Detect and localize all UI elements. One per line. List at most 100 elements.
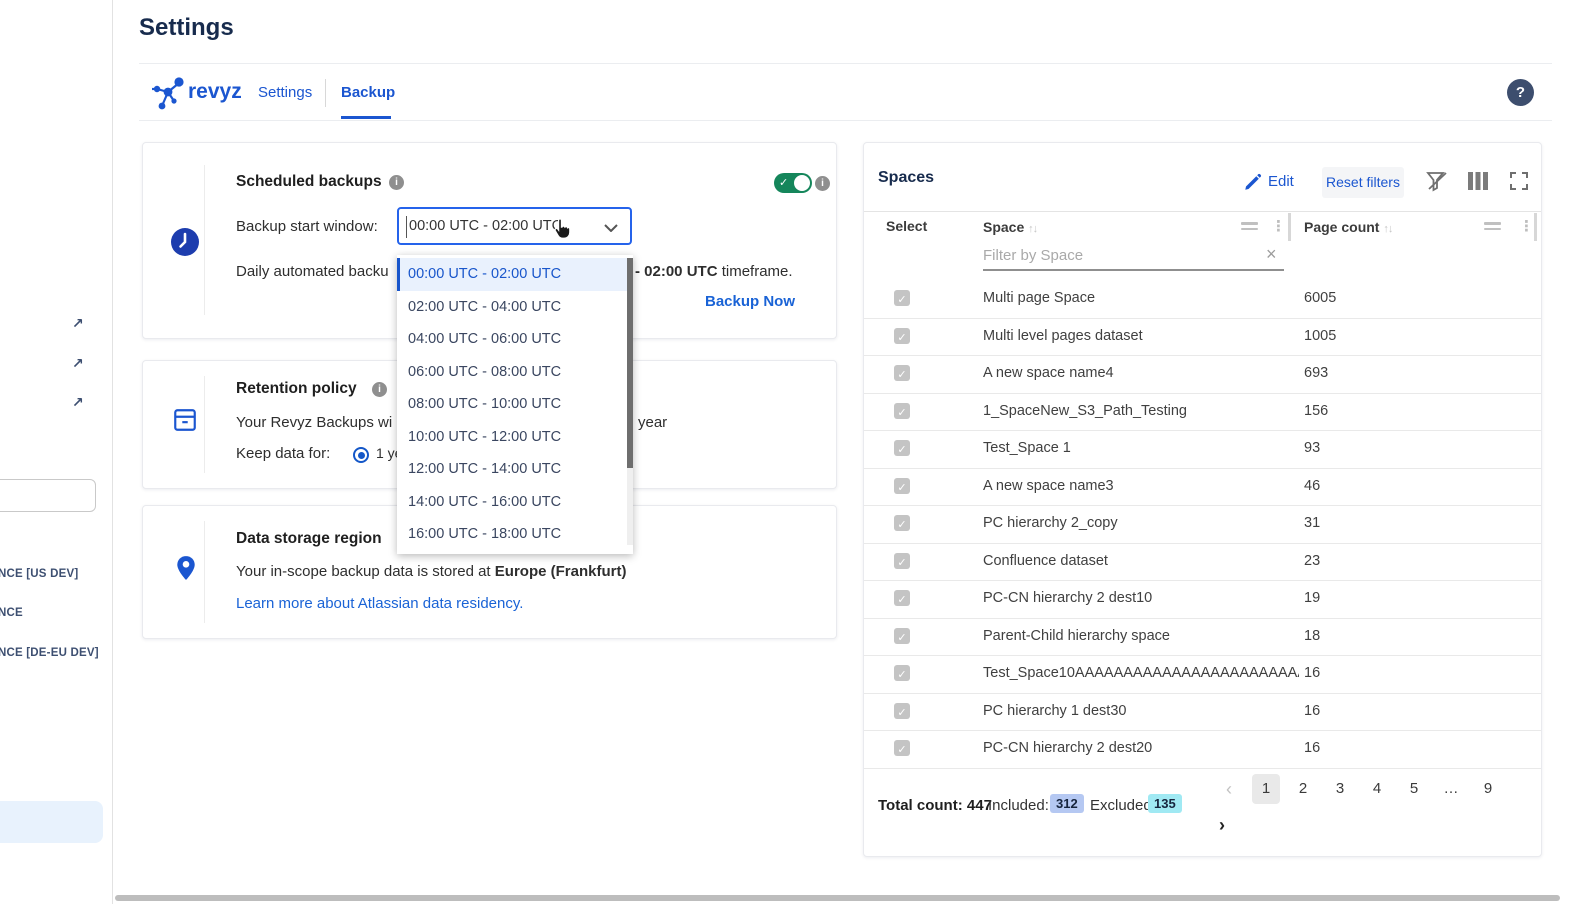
external-link-icon[interactable]: ↗ bbox=[72, 355, 84, 372]
page-button[interactable]: … bbox=[1437, 774, 1465, 804]
reset-filters-button[interactable]: Reset filters bbox=[1322, 167, 1404, 198]
page-button[interactable]: 9 bbox=[1474, 774, 1502, 804]
backup-now-link[interactable]: Backup Now bbox=[705, 293, 795, 310]
table-row: ✓Confluence dataset23 bbox=[864, 544, 1541, 582]
page-count-value: 46 bbox=[1304, 478, 1320, 494]
page-count-value: 23 bbox=[1304, 553, 1320, 569]
edit-button[interactable]: Edit bbox=[1268, 173, 1294, 190]
filter-input-underline bbox=[983, 269, 1284, 271]
external-link-icon[interactable]: ↗ bbox=[72, 315, 84, 332]
column-menu-icon[interactable]: ⋮ bbox=[1271, 217, 1286, 235]
divider bbox=[204, 165, 205, 315]
row-checkbox[interactable]: ✓ bbox=[894, 628, 910, 644]
dropdown-scrollbar-thumb[interactable] bbox=[627, 258, 633, 468]
external-link-icon[interactable]: ↗ bbox=[72, 394, 84, 411]
retention-text-left: Your Revyz Backups wi bbox=[236, 414, 392, 431]
sidebar-item-instance[interactable]: NCE [DE-EU DEV] bbox=[0, 647, 99, 659]
column-resize-icon[interactable] bbox=[1484, 219, 1501, 233]
tab-backup[interactable]: Backup bbox=[341, 84, 395, 101]
filter-by-space-input[interactable]: Filter by Space bbox=[983, 247, 1083, 264]
row-checkbox[interactable]: ✓ bbox=[894, 515, 910, 531]
row-checkbox[interactable]: ✓ bbox=[894, 403, 910, 419]
row-checkbox[interactable]: ✓ bbox=[894, 665, 910, 681]
retention-radio-selected[interactable] bbox=[353, 447, 369, 463]
prev-page-button[interactable]: ‹ bbox=[1215, 774, 1243, 804]
info-icon[interactable]: i bbox=[372, 382, 387, 397]
check-icon: ✓ bbox=[897, 482, 906, 494]
dropdown-option[interactable]: 08:00 UTC - 10:00 UTC bbox=[397, 388, 633, 421]
page-count-value: 31 bbox=[1304, 515, 1320, 531]
page-button[interactable]: 5 bbox=[1400, 774, 1428, 804]
table-row: ✓A new space name4693 bbox=[864, 356, 1541, 394]
space-name: PC hierarchy 2_copy bbox=[983, 515, 1118, 531]
fullscreen-icon[interactable] bbox=[1510, 172, 1528, 190]
row-checkbox[interactable]: ✓ bbox=[894, 740, 910, 756]
divider bbox=[204, 521, 205, 623]
row-checkbox[interactable]: ✓ bbox=[894, 703, 910, 719]
next-page-button[interactable]: › bbox=[1215, 810, 1247, 840]
divider bbox=[204, 376, 205, 473]
page-count-value: 93 bbox=[1304, 440, 1320, 456]
backup-window-select[interactable]: 00:00 UTC - 02:00 UTC bbox=[397, 207, 632, 245]
row-checkbox[interactable]: ✓ bbox=[894, 365, 910, 381]
sidebar-item-instance[interactable]: NCE bbox=[0, 607, 23, 619]
row-checkbox[interactable]: ✓ bbox=[894, 478, 910, 494]
info-icon[interactable]: i bbox=[389, 175, 404, 190]
column-menu-icon[interactable]: ⋮ bbox=[1519, 217, 1534, 235]
table-row: ✓PC-CN hierarchy 2 dest2016 bbox=[864, 731, 1541, 769]
page-count-value: 18 bbox=[1304, 628, 1320, 644]
page-button[interactable]: 3 bbox=[1326, 774, 1354, 804]
column-header-page-count[interactable]: Page count ↑↓ bbox=[1304, 219, 1392, 235]
dropdown-option[interactable]: 04:00 UTC - 06:00 UTC bbox=[397, 323, 633, 356]
column-divider[interactable] bbox=[1288, 213, 1291, 241]
scheduled-backups-toggle[interactable]: ✓ bbox=[774, 173, 812, 193]
column-header-space[interactable]: Space ↑↓ bbox=[983, 219, 1037, 235]
sidebar-selected-item[interactable] bbox=[0, 801, 103, 843]
column-resize-icon[interactable] bbox=[1241, 219, 1258, 233]
check-icon: ✓ bbox=[897, 294, 906, 306]
info-icon[interactable]: i bbox=[815, 176, 830, 191]
tab-settings[interactable]: Settings bbox=[258, 84, 312, 101]
row-checkbox[interactable]: ✓ bbox=[894, 553, 910, 569]
row-checkbox[interactable]: ✓ bbox=[894, 328, 910, 344]
backup-window-listbox: 00:00 UTC - 02:00 UTC02:00 UTC - 04:00 U… bbox=[397, 258, 633, 551]
columns-icon[interactable] bbox=[1468, 172, 1488, 190]
storage-region-value: Europe (Frankfurt) bbox=[495, 563, 627, 580]
page-button[interactable]: 2 bbox=[1289, 774, 1317, 804]
page-count-value: 6005 bbox=[1304, 290, 1336, 306]
clear-filter-icon[interactable]: × bbox=[1266, 244, 1277, 265]
sort-icon[interactable]: ↑↓ bbox=[1028, 223, 1037, 235]
space-name: Multi level pages dataset bbox=[983, 328, 1143, 344]
backup-window-dropdown: 00:00 UTC - 02:00 UTC02:00 UTC - 04:00 U… bbox=[397, 255, 633, 554]
dropdown-option[interactable]: 02:00 UTC - 04:00 UTC bbox=[397, 291, 633, 324]
dropdown-option[interactable]: 12:00 UTC - 14:00 UTC bbox=[397, 453, 633, 486]
check-icon: ✓ bbox=[897, 369, 906, 381]
dropdown-option[interactable]: 16:00 UTC - 18:00 UTC bbox=[397, 518, 633, 551]
sidebar-search-input[interactable] bbox=[0, 479, 96, 512]
column-divider[interactable] bbox=[1534, 213, 1537, 241]
filter-off-icon[interactable] bbox=[1425, 170, 1449, 192]
row-checkbox[interactable]: ✓ bbox=[894, 440, 910, 456]
dropdown-option[interactable]: 00:00 UTC - 02:00 UTC bbox=[397, 258, 633, 291]
mouse-cursor-hand bbox=[549, 217, 572, 241]
dropdown-option[interactable]: 14:00 UTC - 16:00 UTC bbox=[397, 486, 633, 519]
sort-icon[interactable]: ↑↓ bbox=[1383, 223, 1392, 235]
dropdown-option[interactable]: 06:00 UTC - 08:00 UTC bbox=[397, 356, 633, 389]
revyz-logo-icon bbox=[151, 74, 187, 112]
space-name: Multi page Space bbox=[983, 290, 1095, 306]
help-icon[interactable]: ? bbox=[1507, 79, 1534, 106]
page-button[interactable]: 4 bbox=[1363, 774, 1391, 804]
row-checkbox[interactable]: ✓ bbox=[894, 590, 910, 606]
chevron-down-icon bbox=[604, 224, 618, 232]
data-residency-link[interactable]: Learn more about Atlassian data residenc… bbox=[236, 595, 523, 612]
divider bbox=[864, 211, 1541, 212]
edit-pencil-icon[interactable] bbox=[1243, 172, 1263, 192]
clock-icon bbox=[170, 227, 200, 257]
row-checkbox[interactable]: ✓ bbox=[894, 290, 910, 306]
sidebar-item-instance[interactable]: NCE [US DEV] bbox=[0, 568, 78, 580]
horizontal-scrollbar[interactable] bbox=[115, 895, 1560, 901]
dropdown-option[interactable]: 10:00 UTC - 12:00 UTC bbox=[397, 421, 633, 454]
page-button[interactable]: 1 bbox=[1252, 774, 1280, 804]
divider bbox=[139, 63, 1552, 64]
backup-window-value: 00:00 UTC - 02:00 UTC bbox=[409, 218, 562, 234]
